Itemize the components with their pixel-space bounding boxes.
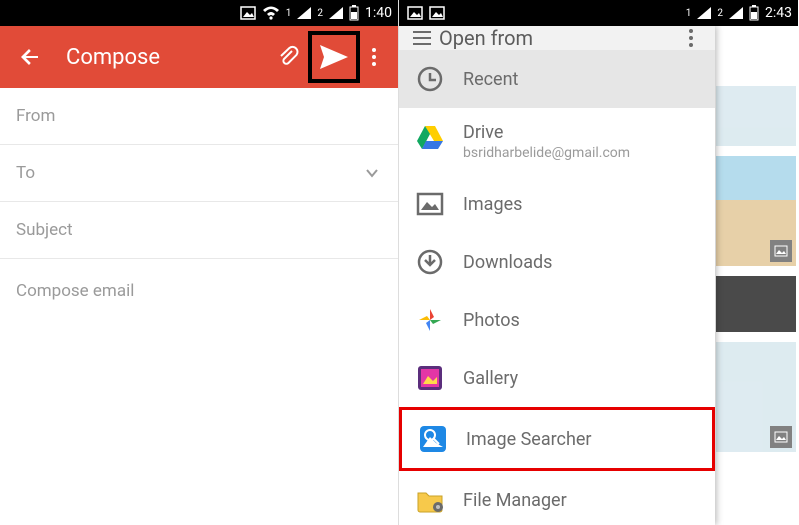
status-time-r: 2:43 [765, 5, 792, 21]
drawer-item-downloads[interactable]: Downloads [399, 233, 715, 291]
thumb[interactable] [716, 276, 796, 332]
back-arrow-icon [18, 45, 42, 69]
battery-icon-r [749, 5, 759, 21]
sim2-label: 2 [317, 8, 323, 19]
filepicker-screen: 1 2 2:43 [399, 0, 798, 525]
drawer-item-images[interactable]: Images [399, 175, 715, 233]
picture-icon [770, 240, 792, 262]
status-bar-right: 1 2 2:43 [399, 0, 798, 26]
sim1-label-r: 1 [686, 8, 692, 19]
image-indicator-icon [240, 6, 256, 20]
drawer-item-label: File Manager [463, 490, 699, 511]
image-searcher-icon [418, 424, 448, 454]
status-bar: 1 2 1:40 [0, 0, 398, 26]
drawer-item-recent[interactable]: Recent [399, 50, 715, 108]
compose-appbar: Compose [0, 26, 398, 88]
thumb[interactable] [716, 342, 796, 452]
notif-image-icon [407, 6, 423, 20]
drawer-item-file-manager[interactable]: File Manager [399, 471, 715, 525]
drawer-item-label: Image Searcher [466, 429, 696, 450]
clock-icon [415, 64, 445, 94]
thumb[interactable] [716, 86, 796, 146]
appbar-title: Compose [66, 45, 160, 70]
drawer-item-label: Photos [463, 310, 699, 331]
drawer-item-label: Drive [463, 122, 699, 143]
drawer-header: Open from [399, 26, 715, 50]
body-placeholder: Compose email [16, 281, 134, 301]
drawer-item-label: Downloads [463, 252, 699, 273]
signal1-icon [297, 7, 311, 19]
attach-button[interactable] [268, 37, 308, 77]
from-label: From [16, 106, 382, 126]
to-label: To [16, 163, 362, 183]
overflow-icon [681, 29, 701, 47]
images-icon [415, 189, 445, 219]
drawer-overflow-button[interactable] [681, 29, 701, 47]
chevron-down-icon[interactable] [362, 163, 382, 183]
overflow-menu-button[interactable] [360, 37, 388, 77]
gallery-icon [415, 363, 445, 393]
paperclip-icon [276, 45, 300, 69]
picture-icon [770, 426, 792, 448]
drawer-item-label: Gallery [463, 368, 699, 389]
drawer-menu-icon[interactable] [413, 30, 431, 46]
back-button[interactable] [10, 37, 50, 77]
to-field[interactable]: To [0, 145, 398, 202]
download-icon [415, 247, 445, 277]
compose-screen: 1 2 1:40 Compose [0, 0, 399, 525]
subject-label: Subject [16, 220, 382, 240]
drawer-item-label: Images [463, 194, 699, 215]
drawer-item-sub: bsridharbelide@gmail.com [463, 145, 699, 161]
drawer-title: Open from [439, 26, 681, 50]
drawer-item-gallery[interactable]: Gallery [399, 349, 715, 407]
sim2-label-r: 2 [717, 8, 723, 19]
sim1-label: 1 [286, 8, 292, 19]
overflow-icon [372, 48, 376, 66]
open-from-drawer: Open from Recent Drive bsridharbelide@gm… [399, 26, 715, 525]
notif-image-icon2 [429, 6, 445, 20]
send-icon [320, 45, 348, 69]
signal2-icon-r [729, 7, 743, 19]
file-manager-icon [415, 485, 445, 515]
drawer-item-photos[interactable]: Photos [399, 291, 715, 349]
drawer-item-image-searcher[interactable]: Image Searcher [399, 407, 715, 471]
wifi-icon [262, 6, 280, 20]
drawer-item-drive[interactable]: Drive bsridharbelide@gmail.com [399, 108, 715, 175]
send-highlight-box [308, 31, 360, 83]
subject-field[interactable]: Subject [0, 202, 398, 259]
background-thumbs [716, 86, 796, 525]
signal2-icon [329, 7, 343, 19]
drawer-item-label: Recent [463, 69, 699, 90]
status-time: 1:40 [365, 5, 392, 21]
from-field[interactable]: From [0, 88, 398, 145]
photos-icon [415, 305, 445, 335]
body-field[interactable]: Compose email [0, 259, 398, 323]
thumb[interactable] [716, 156, 796, 266]
signal1-icon-r [697, 7, 711, 19]
drive-icon [415, 122, 445, 152]
send-button[interactable] [316, 37, 352, 77]
battery-icon [349, 5, 359, 21]
